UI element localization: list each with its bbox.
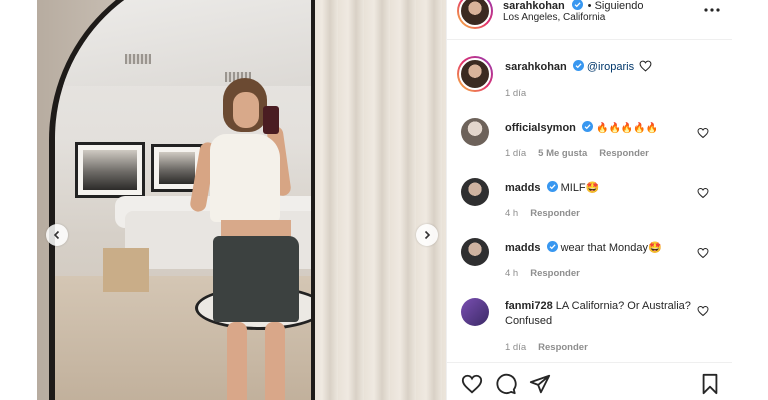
comment-avatar[interactable]: [461, 238, 489, 266]
comment-time[interactable]: 1 día: [505, 148, 526, 159]
comment-username[interactable]: madds: [505, 242, 540, 254]
reply-button[interactable]: Responder: [530, 268, 580, 279]
comment-time[interactable]: 4 h: [505, 208, 518, 219]
comment-text: MILF🤩: [560, 182, 600, 194]
phone-shape: [263, 106, 279, 134]
post-caption: sarahkohan @iroparis 1 día: [447, 56, 732, 106]
caption-username[interactable]: sarahkohan: [505, 61, 567, 73]
comment-icon[interactable]: [495, 373, 517, 395]
bookmark-icon[interactable]: [699, 373, 721, 395]
chevron-left-icon: [53, 230, 60, 240]
action-bar: [447, 362, 732, 400]
follow-status[interactable]: • Siguiendo: [588, 0, 644, 12]
comment-item: madds wear that Monday🤩 4 h Responder: [447, 238, 732, 288]
reply-button[interactable]: Responder: [530, 208, 580, 219]
comment-time[interactable]: 4 h: [505, 268, 518, 279]
comment-text: 🔥🔥🔥🔥🔥: [596, 123, 659, 134]
caption-avatar[interactable]: [457, 56, 493, 92]
chevron-right-icon: [424, 230, 431, 240]
comment-avatar[interactable]: [461, 118, 489, 146]
heart-icon[interactable]: [697, 127, 709, 139]
heart-icon[interactable]: [697, 187, 709, 199]
author-username[interactable]: sarahkohan: [503, 0, 565, 12]
post-location[interactable]: Los Angeles, California: [503, 12, 605, 23]
photo-mirror: [55, 0, 311, 400]
comment-item: fanmi728 LA California? Or Australia? Co…: [447, 298, 732, 358]
verified-badge-icon: [572, 0, 584, 10]
comment-likes[interactable]: 5 Me gusta: [538, 148, 587, 159]
verified-badge-icon: [572, 60, 584, 71]
comment-text: wear that Monday🤩: [560, 242, 662, 254]
post-header: sarahkohan • Siguiendo Los Angeles, Cali…: [447, 0, 732, 40]
comment-avatar[interactable]: [461, 298, 489, 326]
comment-avatar[interactable]: [461, 178, 489, 206]
heart-outline-icon[interactable]: [639, 60, 652, 72]
comment-username[interactable]: fanmi728: [505, 300, 553, 312]
reply-button[interactable]: Responder: [599, 148, 649, 159]
heart-icon[interactable]: [461, 373, 483, 395]
heart-icon[interactable]: [697, 305, 709, 317]
next-photo-button[interactable]: [416, 224, 438, 246]
author-avatar[interactable]: [457, 0, 493, 29]
heart-icon[interactable]: [697, 247, 709, 259]
share-icon[interactable]: [529, 373, 551, 395]
verified-badge-icon: [546, 241, 558, 252]
caption-time[interactable]: 1 día: [505, 88, 526, 99]
comment-username[interactable]: officialsymon: [505, 122, 576, 134]
verified-badge-icon: [581, 121, 593, 132]
more-icon[interactable]: [702, 2, 722, 18]
verified-badge-icon: [546, 181, 558, 192]
post-photo[interactable]: [37, 0, 446, 400]
comment-item: officialsymon 🔥🔥🔥🔥🔥 1 día 5 Me gusta Res…: [447, 118, 732, 168]
comment-username[interactable]: madds: [505, 182, 540, 194]
caption-mention[interactable]: @iroparis: [587, 61, 634, 73]
reply-button[interactable]: Responder: [538, 342, 588, 353]
comment-item: madds MILF🤩 4 h Responder: [447, 178, 732, 228]
photo-curtain: [312, 0, 446, 400]
post-side-panel: sarahkohan • Siguiendo Los Angeles, Cali…: [446, 0, 732, 400]
comment-time[interactable]: 1 día: [505, 342, 526, 353]
prev-photo-button[interactable]: [46, 224, 68, 246]
